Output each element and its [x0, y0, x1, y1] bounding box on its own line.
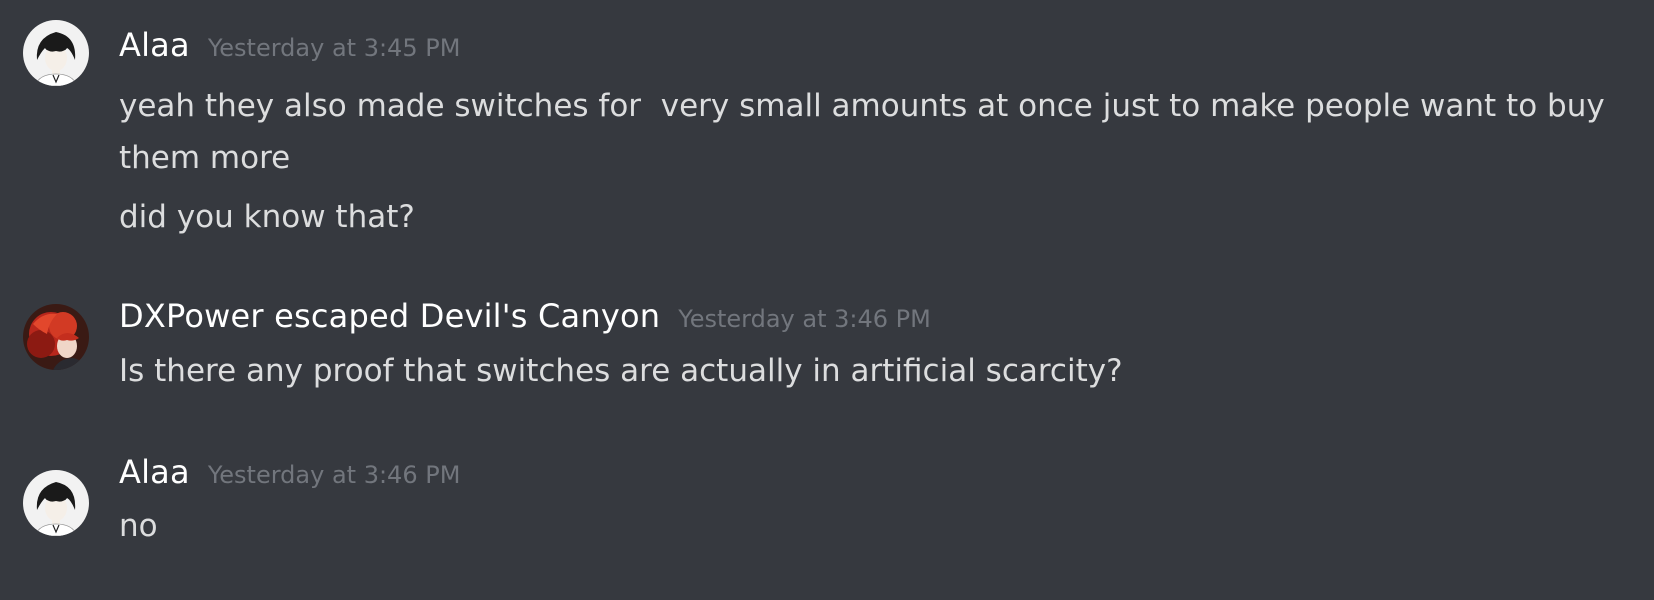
- username[interactable]: DXPower escaped Devil's Canyon: [119, 297, 660, 335]
- message-text: Is there any proof that switches are act…: [119, 353, 1123, 389]
- message-group: DXPower escaped Devil's Canyon Yesterday …: [0, 290, 1654, 420]
- username[interactable]: Alaa: [119, 453, 190, 491]
- message-header: DXPower escaped Devil's Canyon Yesterday …: [119, 296, 931, 342]
- timestamp[interactable]: Yesterday at 3:46 PM: [208, 461, 461, 489]
- anime-boy-avatar-icon[interactable]: [23, 20, 89, 86]
- message-text: yeah they also made switches for very sm…: [119, 88, 1615, 176]
- username[interactable]: Alaa: [119, 26, 190, 64]
- timestamp[interactable]: Yesterday at 3:45 PM: [208, 34, 461, 62]
- message-group: Alaa Yesterday at 3:46 PM no: [0, 453, 1654, 600]
- message-header: Alaa Yesterday at 3:45 PM: [119, 25, 460, 71]
- timestamp[interactable]: Yesterday at 3:46 PM: [678, 305, 931, 333]
- message-text: did you know that?: [119, 199, 415, 235]
- message-group: Alaa Yesterday at 3:45 PM yeah they also …: [0, 0, 1654, 250]
- message-text: no: [119, 508, 158, 544]
- red-hair-avatar-icon[interactable]: [23, 304, 89, 370]
- message-header: Alaa Yesterday at 3:46 PM: [119, 452, 460, 498]
- chat-message-list: Alaa Yesterday at 3:45 PM yeah they also …: [0, 0, 1654, 600]
- anime-boy-avatar-icon[interactable]: [23, 470, 89, 536]
